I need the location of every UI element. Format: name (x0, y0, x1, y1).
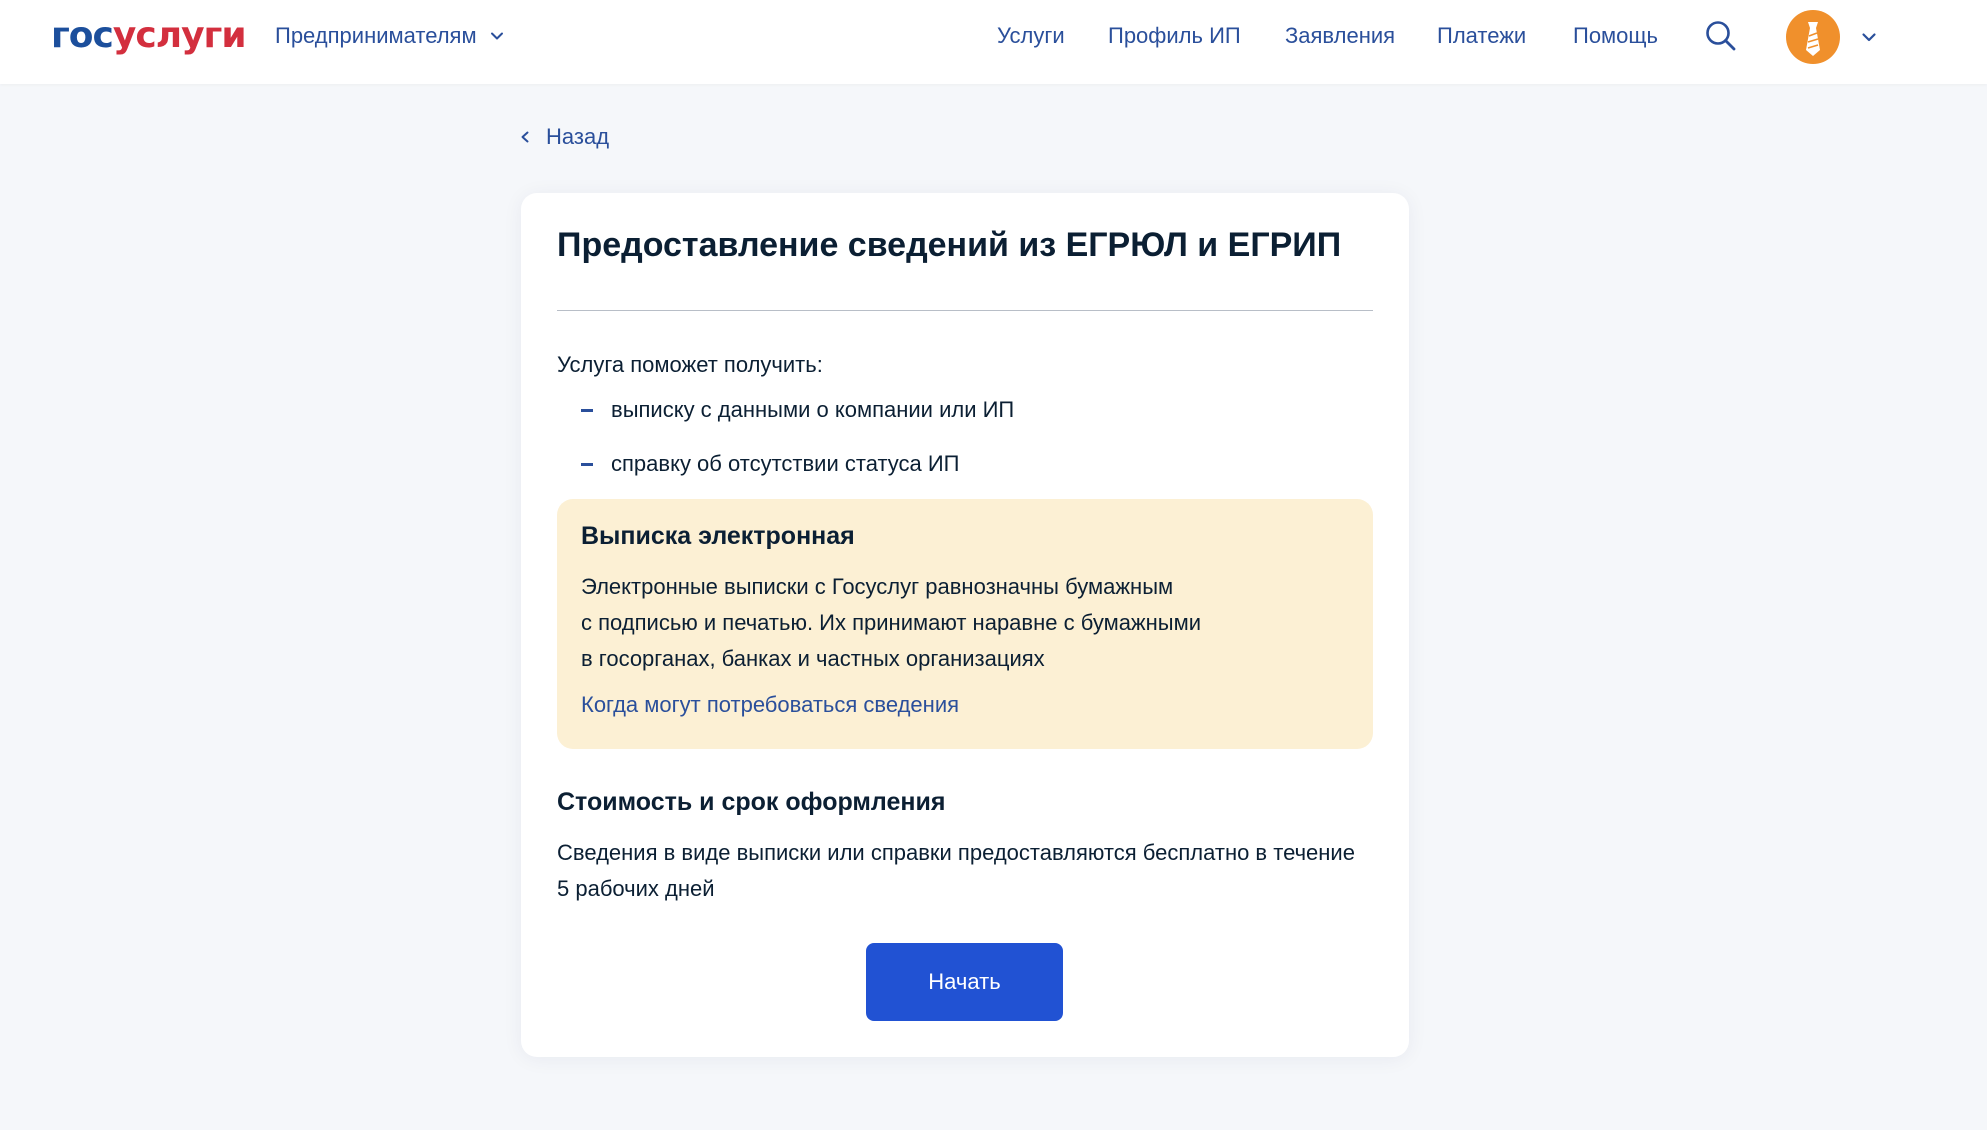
list-item-label: выписку с данными о компании или ИП (611, 397, 1015, 422)
nav-help[interactable]: Помощь (1573, 18, 1658, 54)
user-avatar[interactable] (1786, 10, 1840, 64)
logo-part-uslugi: услуги (112, 15, 247, 56)
tie-icon (1806, 22, 1820, 56)
search-icon[interactable] (1703, 18, 1739, 54)
cost-section-title: Стоимость и срок оформления (557, 788, 946, 816)
title-divider (557, 310, 1373, 311)
cost-section-text: Сведения в виде выписки или справки пред… (557, 840, 1355, 901)
intro-text: Услуга поможет получить: (557, 352, 823, 377)
nav-applications[interactable]: Заявления (1285, 18, 1395, 54)
notice-text-line: Электронные выписки с Госуслуг равнознач… (581, 574, 1174, 599)
page-title: Предоставление сведений из ЕГРЮЛ и ЕГРИП (557, 226, 1342, 264)
nav-ip-profile[interactable]: Профиль ИП (1108, 18, 1241, 54)
list-item-label: справку об отсутствии статуса ИП (611, 451, 960, 476)
nav-services[interactable]: Услуги (997, 18, 1065, 54)
dash-bullet-icon (581, 462, 593, 466)
list-item: выписку с данными о компании или ИП (581, 395, 1014, 425)
notice-title: Выписка электронная (581, 522, 855, 550)
when-needed-link[interactable]: Когда могут потребоваться сведения (581, 690, 959, 720)
notice-text-line: с подписью и печатью. Их принимают нарав… (581, 610, 1202, 635)
chevron-down-icon[interactable] (1860, 28, 1878, 46)
electronic-statement-notice: Выписка электронная Электронные выписки … (557, 499, 1373, 749)
chevron-left-icon (521, 131, 529, 143)
start-button[interactable]: Начать (866, 943, 1063, 1021)
notice-text-line: в госорганах, банках и частных организац… (581, 646, 1045, 671)
service-card: Предоставление сведений из ЕГРЮЛ и ЕГРИП… (521, 193, 1409, 1057)
notice-text: Электронные выписки с Госуслуг равнознач… (581, 569, 1301, 677)
logo-part-gos: гос (51, 15, 114, 56)
top-header: госуслуги Предпринимателям Услуги Профил… (0, 0, 1987, 84)
audience-label: Предпринимателям (275, 23, 477, 48)
chevron-down-icon (490, 32, 503, 40)
nav-payments[interactable]: Платежи (1437, 18, 1526, 54)
gosuslugi-logo[interactable]: госуслуги (51, 14, 247, 58)
back-link[interactable]: Назад (518, 120, 609, 154)
dash-bullet-icon (581, 408, 593, 412)
list-item: справку об отсутствии статуса ИП (581, 449, 960, 479)
audience-selector[interactable]: Предпринимателям (275, 18, 505, 54)
back-label: Назад (546, 124, 610, 149)
